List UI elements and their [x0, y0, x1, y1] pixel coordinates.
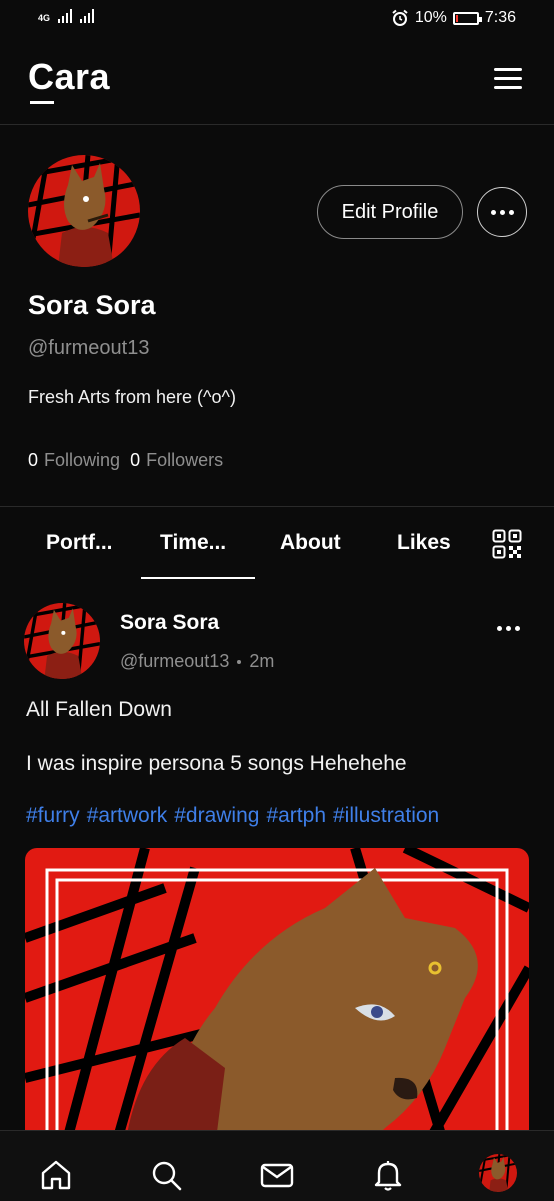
- network-type: 4G: [38, 13, 51, 23]
- profile-more-button[interactable]: [477, 187, 527, 237]
- signal-icon-2: [80, 9, 95, 23]
- tab-timeline[interactable]: Time...: [160, 531, 226, 555]
- post-more-options-icon: [497, 626, 520, 631]
- mail-icon[interactable]: [257, 1155, 297, 1195]
- followers-count[interactable]: 0: [130, 450, 140, 471]
- post-author-handle[interactable]: @furmeout13: [120, 651, 229, 672]
- follow-stats: 0 Following 0 Followers: [28, 450, 223, 471]
- profile-handle: @furmeout13: [28, 337, 150, 359]
- following-count[interactable]: 0: [28, 450, 38, 471]
- alarm-icon: [392, 9, 408, 26]
- profile-bio: Fresh Arts from here (^o^): [28, 387, 236, 407]
- edit-profile-button[interactable]: Edit Profile: [317, 185, 463, 239]
- signal-icon: [58, 9, 73, 23]
- bell-icon[interactable]: [368, 1155, 408, 1195]
- tab-about[interactable]: About: [280, 531, 341, 555]
- app-logo[interactable]: Cara: [28, 56, 111, 104]
- app-bar: Cara: [0, 38, 554, 125]
- post-title: All Fallen Down: [26, 698, 172, 721]
- post-author-avatar[interactable]: [24, 603, 100, 679]
- post-author-name[interactable]: Sora Sora: [120, 611, 219, 635]
- logo-text: Cara: [28, 56, 111, 97]
- profile-name: Sora Sora: [28, 290, 156, 320]
- avatar[interactable]: [479, 1154, 517, 1192]
- following-label[interactable]: Following: [44, 450, 120, 471]
- more-options-icon: [490, 209, 514, 215]
- hashtag-link[interactable]: #artwork: [87, 804, 168, 828]
- post-time: 2m: [249, 651, 275, 671]
- followers-label[interactable]: Followers: [146, 450, 223, 471]
- profile-tabs: Portf... Time... About Likes: [0, 506, 554, 581]
- bottom-navigation: [0, 1130, 554, 1201]
- hashtag-link[interactable]: #drawing: [174, 804, 259, 828]
- post-meta: @furmeout13 2m: [120, 651, 274, 672]
- clock: 7:36: [484, 9, 516, 26]
- qr-code-icon[interactable]: [492, 529, 522, 559]
- post-body: I was inspire persona 5 songs Hehehehe: [26, 752, 407, 775]
- active-tab-indicator: [141, 577, 255, 579]
- profile-avatar[interactable]: [28, 155, 140, 267]
- logo-underline: [30, 101, 54, 104]
- hashtag-link[interactable]: #artph: [266, 804, 326, 828]
- post-hashtags: #furry #artwork #drawing #artph #illustr…: [26, 804, 439, 828]
- battery-percent: 10%: [414, 9, 447, 26]
- post-more-button[interactable]: [497, 626, 520, 631]
- post-artwork-image[interactable]: [25, 848, 529, 1148]
- status-bar: 4G 10% 7:36: [0, 0, 554, 38]
- hamburger-menu-icon[interactable]: [494, 68, 522, 90]
- tab-likes[interactable]: Likes: [397, 531, 451, 555]
- search-icon[interactable]: [146, 1155, 186, 1195]
- home-icon[interactable]: [36, 1155, 76, 1195]
- meta-separator: [237, 659, 242, 664]
- battery-icon: [452, 11, 482, 25]
- hashtag-link[interactable]: #illustration: [333, 804, 439, 828]
- hashtag-link[interactable]: #furry: [26, 804, 80, 828]
- tab-portfolio[interactable]: Portf...: [46, 531, 113, 555]
